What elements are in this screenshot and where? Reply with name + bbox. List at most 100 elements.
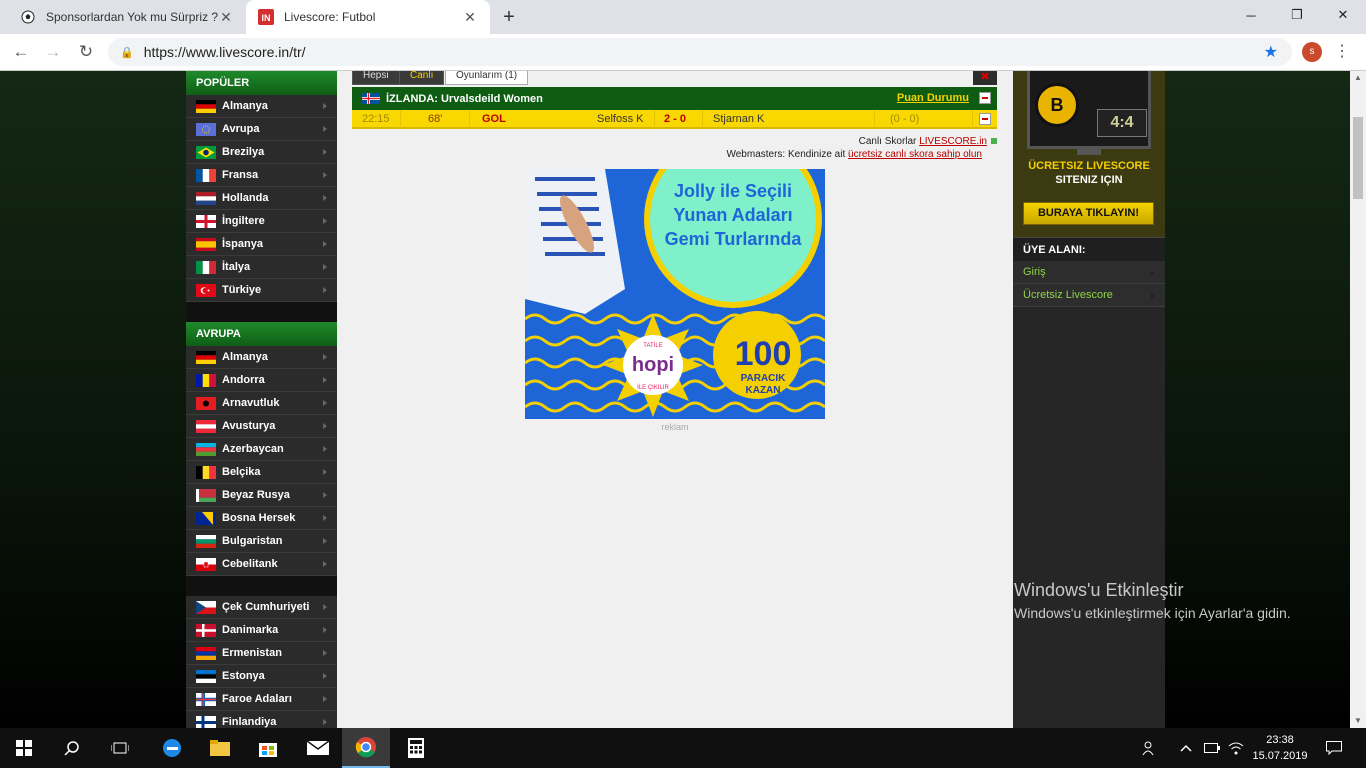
sidebar-item-i̇ngiltere[interactable]: İngiltere (186, 210, 337, 233)
livescore-favicon: IN (258, 9, 274, 25)
back-icon[interactable]: ← (10, 41, 32, 63)
sidebar-item-brezilya[interactable]: Brezilya (186, 141, 337, 164)
flag-icon (196, 260, 216, 274)
match-row[interactable]: 22:15 68' GOL Selfoss K 2 - 0 Stjarnan K… (352, 110, 997, 129)
chevron-right-icon (323, 627, 327, 633)
free-livescore-promo[interactable]: B 4:4 ÜCRETSIZ LIVESCORE SITENIZ IÇIN BU… (1013, 71, 1165, 237)
vertical-scrollbar[interactable]: ▲ ▼ (1350, 71, 1366, 728)
tab-my-games[interactable]: Oyunlarım (1) (445, 71, 529, 85)
remove-all-icon[interactable]: ✖ (973, 71, 997, 85)
nav-heading-popular: POPÜLER (186, 71, 337, 95)
sidebar-item-belçika[interactable]: Belçika (186, 461, 337, 484)
chevron-right-icon (323, 561, 327, 567)
click-here-button[interactable]: BURAYA TIKLAYIN! (1023, 202, 1154, 225)
sidebar-item-almanya[interactable]: Almanya (186, 95, 337, 118)
sidebar-item-fransa[interactable]: Fransa (186, 164, 337, 187)
sidebar-item-beyaz-rusya[interactable]: Beyaz Rusya (186, 484, 337, 507)
sidebar-item-label: Almanya (222, 351, 268, 363)
url-field[interactable]: 🔒 https://www.livescore.in/tr/ ★ (108, 38, 1292, 66)
close-tab-icon[interactable]: ✕ (218, 9, 234, 26)
chevron-right-icon (323, 377, 327, 383)
sidebar-item-finlandiya[interactable]: Finlandiya (186, 711, 337, 728)
sidebar-item-azerbaycan[interactable]: Azerbaycan (186, 438, 337, 461)
sidebar-item-bulgaristan[interactable]: Bulgaristan (186, 530, 337, 553)
sidebar-item-i̇talya[interactable]: İtalya (186, 256, 337, 279)
scroll-down-icon[interactable]: ▼ (1350, 714, 1366, 728)
sidebar-item-ermenistan[interactable]: Ermenistan (186, 642, 337, 665)
collapse-league-icon[interactable] (979, 92, 991, 104)
sidebar-item-cebelitank[interactable]: Cebelitank (186, 553, 337, 576)
flag-icon (196, 692, 216, 706)
close-tab-icon[interactable]: ✕ (462, 9, 478, 26)
restore-icon[interactable]: ❐ (1274, 0, 1320, 30)
search-icon[interactable] (48, 728, 96, 768)
sidebar-item-almanya[interactable]: Almanya (186, 346, 337, 369)
livescore-link[interactable]: LIVESCORE.in (919, 136, 987, 147)
scroll-thumb[interactable] (1353, 117, 1363, 199)
sidebar-item-avusturya[interactable]: Avusturya (186, 415, 337, 438)
standings-link[interactable]: Puan Durumu (897, 92, 969, 104)
sidebar-item-bosna-hersek[interactable]: Bosna Hersek (186, 507, 337, 530)
new-tab-button[interactable]: + (498, 6, 520, 28)
sidebar-item-andorra[interactable]: Andorra (186, 369, 337, 392)
chevron-up-icon[interactable] (1180, 728, 1192, 768)
sidebar-item-danimarka[interactable]: Danimarka (186, 619, 337, 642)
mail-icon[interactable] (294, 728, 342, 768)
sidebar-item-arnavutluk[interactable]: Arnavutluk (186, 392, 337, 415)
calculator-icon[interactable] (392, 728, 440, 768)
flag-icon (196, 373, 216, 387)
tab-live[interactable]: Canlı (399, 71, 445, 85)
promo-score: 4:4 (1097, 109, 1147, 137)
flag-icon (196, 191, 216, 205)
sidebar-item-hollanda[interactable]: Hollanda (186, 187, 337, 210)
battery-icon[interactable] (1204, 728, 1220, 768)
iceland-flag-icon (362, 93, 380, 104)
flag-icon (196, 99, 216, 113)
wifi-icon[interactable] (1228, 728, 1244, 768)
forward-icon[interactable]: → (42, 41, 64, 63)
sidebar-item-estonya[interactable]: Estonya (186, 665, 337, 688)
people-icon[interactable] (1142, 728, 1158, 768)
windows-taskbar: 23:38 15.07.2019 (0, 728, 1366, 768)
free-livescore-link[interactable]: ücretsiz canlı skora sahip olun (848, 149, 982, 160)
system-clock[interactable]: 23:38 15.07.2019 (1252, 732, 1308, 764)
advertisement-banner[interactable]: hopi TATİLE İLE ÇIKILIR 100 PARACIK KAZA… (525, 169, 825, 419)
chrome-icon[interactable] (342, 728, 390, 768)
sidebar-item-faroe-adaları[interactable]: Faroe Adaları (186, 688, 337, 711)
profile-avatar[interactable]: s (1302, 42, 1322, 62)
sidebar-item-türkiye[interactable]: Türkiye (186, 279, 337, 302)
edge-icon[interactable] (148, 728, 196, 768)
sidebar-item-label: Cebelitank (222, 558, 278, 570)
nav-gap (186, 302, 337, 322)
chevron-right-icon (323, 604, 327, 610)
remove-match-icon[interactable] (979, 113, 991, 125)
free-livescore-link[interactable]: Ücretsiz Livescore (1013, 284, 1165, 307)
sidebar-item-label: Danimarka (222, 624, 279, 636)
browser-tab-active[interactable]: IN Livescore: Futbol ✕ (246, 0, 490, 34)
sidebar-item-label: Bosna Hersek (222, 512, 296, 524)
svg-text:PARACIK: PARACIK (741, 373, 787, 384)
sidebar-item-i̇spanya[interactable]: İspanya (186, 233, 337, 256)
task-view-icon[interactable] (96, 728, 144, 768)
file-explorer-icon[interactable] (196, 728, 244, 768)
bookmark-star-icon[interactable]: ★ (1264, 42, 1278, 62)
away-team: Stjarnan K (713, 113, 765, 125)
reload-icon[interactable]: ↻ (75, 41, 97, 63)
login-link[interactable]: Giriş (1013, 261, 1165, 284)
minimize-icon[interactable]: ─ (1228, 0, 1274, 30)
tab-all[interactable]: Hepsi (352, 71, 400, 85)
flag-icon (196, 168, 216, 182)
store-icon[interactable] (244, 728, 292, 768)
sidebar-item-çek-cumhuriyeti[interactable]: Çek Cumhuriyeti (186, 596, 337, 619)
menu-kebab-icon[interactable]: ⋮ (1334, 42, 1350, 62)
browser-tab-inactive[interactable]: Sponsorlardan Yok mu Sürpriz ? - ✕ (8, 0, 246, 34)
notifications-icon[interactable] (1326, 728, 1342, 768)
scroll-up-icon[interactable]: ▲ (1350, 71, 1366, 85)
windows-start-icon[interactable] (0, 728, 48, 768)
close-window-icon[interactable]: ✕ (1320, 0, 1366, 30)
chevron-right-icon (323, 400, 327, 406)
sidebar-item-avrupa[interactable]: Avrupa (186, 118, 337, 141)
sidebar-item-label: Çek Cumhuriyeti (222, 601, 310, 613)
sidebar-item-label: Avusturya (222, 420, 276, 432)
svg-text:KAZAN: KAZAN (746, 385, 781, 396)
